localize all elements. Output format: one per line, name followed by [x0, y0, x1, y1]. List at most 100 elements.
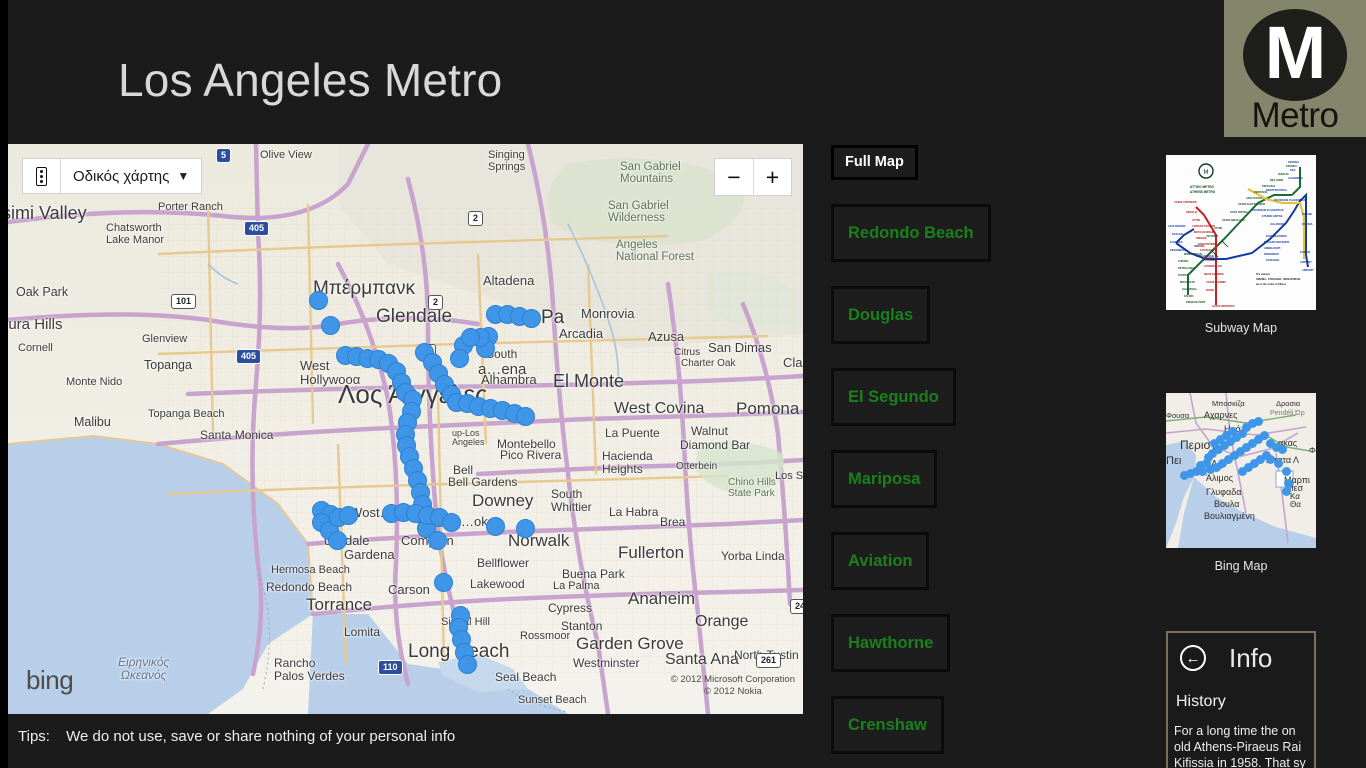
subway-station-label: KERAMIKOS [1170, 249, 1186, 252]
station-marker[interactable] [433, 572, 453, 592]
subway-station-label: IRAKLIO [1278, 173, 1289, 176]
station-marker[interactable] [441, 512, 461, 532]
credit-nokia: © 2012 Nokia [704, 686, 762, 697]
thumbnail-column: M ATTIKO METRO ATHENS METRO PIRAEUS PORT FA… [1166, 155, 1326, 768]
tips-bar: Tips: We do not use, save or share nothi… [18, 728, 455, 745]
station-button-el-segundo[interactable]: El Segundo [831, 368, 956, 426]
subway-station-label: KIFISSIA [1288, 161, 1299, 164]
station-button-aviation[interactable]: Aviation [831, 532, 930, 590]
map-zoom-controls[interactable]: − + [714, 158, 792, 196]
subway-station-label: SYNGROU-FIX [1204, 265, 1223, 268]
thumbnail-subway-map[interactable]: M ATTIKO METRO ATHENS METRO PIRAEUS PORT FA… [1166, 155, 1316, 335]
station-button-hawthorne[interactable]: Hawthorne [831, 614, 951, 672]
route-shield: 101 [171, 294, 197, 309]
station-marker[interactable] [515, 518, 535, 538]
bing-mini-label: Δροσια [1276, 399, 1301, 408]
thumbnail-info[interactable]: ← Info History For a long time the on old… [1166, 631, 1316, 768]
info-preview-body-line: Kifissia in 1958. That sy [1174, 756, 1306, 768]
station-marker[interactable] [457, 654, 477, 674]
subway-station-label: PIRAEUS PORT [1186, 301, 1206, 304]
subway-station-label: PALLINI [1302, 213, 1312, 216]
subway-station-label: ATTIKO METRO [1190, 185, 1215, 189]
page-title: Los Angeles Metro [118, 54, 503, 106]
full-map-button[interactable]: Full Map [831, 145, 918, 180]
subway-station-label: MOSCHATO [1180, 281, 1195, 284]
map-type-selector[interactable]: Οδικός χάρτης ▼ [22, 158, 203, 194]
station-marker[interactable] [485, 516, 505, 536]
map-panel[interactable]: Olive View Singing Springs San Gabriel Mount… [8, 144, 803, 714]
bing-mini-label: Φουσα [1166, 411, 1190, 420]
subway-station-label: PEFKAKIA [1262, 185, 1276, 188]
station-marker[interactable] [449, 348, 469, 368]
subway-station-label: AIRPORT [1302, 269, 1314, 272]
subway-station-label: KATO PATISIA [1230, 211, 1248, 214]
zoom-out-button[interactable]: − [715, 159, 753, 195]
station-button-redondo-beach[interactable]: Redondo Beach [831, 204, 991, 262]
subway-map-preview[interactable]: M ATTIKO METRO ATHENS METRO PIRAEUS PORT FA… [1166, 155, 1316, 310]
route-shield: 261 [756, 653, 782, 668]
station-marker[interactable] [338, 505, 358, 525]
chevron-down-icon: ▼ [177, 169, 190, 183]
bing-mini-station-dot [1254, 417, 1263, 426]
zoom-in-button[interactable]: + [753, 159, 791, 195]
subway-station-label: AGIOS ANTONIOS [1174, 201, 1197, 204]
subway-station-label: AGIOS DIMITRIOS [1212, 305, 1235, 308]
route-shield: 405 [236, 349, 262, 364]
thumbnail-caption-subway: Subway Map [1204, 321, 1278, 335]
bing-logo: bing [26, 665, 74, 695]
info-preview-header: ← Info [1168, 633, 1314, 671]
station-marker[interactable] [327, 530, 347, 550]
bing-mini-station-dot [1228, 427, 1237, 436]
metro-logo-letter: M [1264, 11, 1327, 94]
station-button-column: Full Map Redondo Beach Douglas El Segundo M… [831, 145, 991, 754]
subway-station-label: AGIA MARINA [1168, 225, 1186, 228]
subway-station-label: DOUKISSIS PLAKENTIAS [1252, 209, 1284, 212]
station-marker[interactable] [320, 315, 340, 335]
station-button-douglas[interactable]: Douglas [831, 286, 931, 344]
bing-map-preview[interactable]: ΜποσκίζαΔροσιαΦουσαΑχαρνεςPendéli ΌρΗράΠ… [1166, 393, 1316, 548]
bing-mini-label: Φο [1309, 446, 1316, 455]
thumbnail-bing-map[interactable]: ΜποσκίζαΔροσιαΦουσαΑχαρνεςPendéli ΌρΗράΠ… [1166, 393, 1316, 573]
subway-station-label: AGIOS ELEFTHERIOS [1238, 203, 1266, 206]
subway-station-label: ETHNIKI AMYNA [1262, 215, 1283, 218]
subway-station-label: NERATZIOTISSA [1266, 189, 1287, 192]
metro-logo-wordmark: Metro [1251, 96, 1339, 135]
bing-mini-station-dot [1196, 461, 1205, 470]
route-shield: 110 [378, 660, 403, 675]
subway-station-label: DAFNI [1206, 289, 1214, 292]
subway-station-label: MEGARO MOUSIKIS [1264, 241, 1290, 244]
station-marker[interactable] [515, 406, 535, 426]
thumbnail-caption-bing: Bing Map [1214, 559, 1268, 573]
bing-mini-station-dot [1278, 445, 1287, 454]
subway-station-label: ATHENS METRO [1190, 190, 1216, 194]
subway-station-label: PETRALONA [1178, 267, 1195, 270]
traffic-light-icon [23, 159, 61, 193]
info-preview[interactable]: ← Info History For a long time the on old… [1166, 631, 1316, 768]
station-marker[interactable] [460, 327, 480, 347]
bing-mini-label: Μποσκίζα [1212, 399, 1245, 408]
back-arrow-icon[interactable]: ← [1180, 645, 1206, 671]
subway-station-label: ANO PATISIA [1246, 197, 1263, 200]
subway-station-label: PANEPISTIMIO [1198, 243, 1217, 246]
station-marker[interactable] [308, 290, 328, 310]
bing-mini-label: Pendéli Όρ [1270, 410, 1305, 417]
route-shield: 2 [428, 295, 444, 310]
station-marker[interactable] [521, 308, 541, 328]
subway-station-label: PANORMOU [1264, 253, 1280, 256]
subway-station-label: AGIOS NIKOLAOS [1222, 219, 1245, 222]
metro-logo-badge: M Metro [1224, 0, 1366, 137]
subway-station-label: The stations [1256, 273, 1271, 276]
station-button-crenshaw[interactable]: Crenshaw [831, 696, 944, 754]
subway-station-label: ELEONAS [1170, 241, 1183, 244]
subway-station-label: KATEHAKI [1266, 259, 1280, 262]
subway-station-label: OMONIA - SYNTAGMA - MONASTIRAKI [1256, 278, 1301, 281]
subway-station-label: SEPOLIA [1186, 211, 1198, 214]
subway-station-label: METAXOURGHIO [1194, 231, 1216, 234]
info-preview-body: For a long time the on old Athens-Piraeus… [1174, 723, 1314, 768]
station-marker[interactable] [427, 530, 447, 550]
subway-station-label: SYNTAGMA [1200, 249, 1215, 252]
station-button-mariposa[interactable]: Mariposa [831, 450, 938, 508]
bing-mini-label: Αχαρνες [1204, 410, 1238, 420]
bing-mini-station-dot [1180, 471, 1189, 480]
subway-station-label: EVANGELISMOS [1266, 235, 1287, 238]
